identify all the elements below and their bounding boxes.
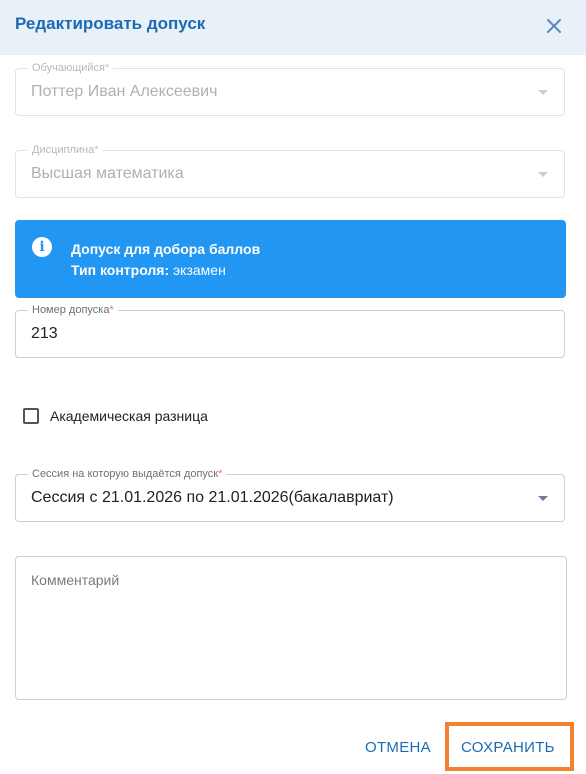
save-button[interactable]: СОХРАНИТЬ xyxy=(461,739,555,757)
academic-difference-checkbox-row[interactable]: Академическая разница xyxy=(23,406,208,426)
discipline-label: Дисциплина* xyxy=(28,144,103,157)
chevron-down-icon xyxy=(538,172,548,177)
comment-textarea[interactable]: Комментарий xyxy=(15,556,567,700)
discipline-select: Дисциплина* Высшая математика xyxy=(15,144,565,198)
alert-control-type: Тип контроля: экзамен xyxy=(71,262,226,278)
academic-difference-label: Академическая разница xyxy=(50,408,208,424)
student-value: Поттер Иван Алексеевич xyxy=(31,83,218,100)
permit-number-value[interactable]: 213 xyxy=(31,324,58,344)
permit-number-field[interactable]: Номер допуска* 213 xyxy=(15,304,565,358)
dialog-title: Редактировать допуск xyxy=(15,14,206,33)
cancel-button[interactable]: ОТМЕНА xyxy=(365,739,431,757)
alert-title: Допуск для добора баллов xyxy=(71,241,261,257)
info-alert: i Допуск для добора баллов Тип контроля:… xyxy=(15,220,566,298)
discipline-value: Высшая математика xyxy=(31,165,184,182)
session-select[interactable]: Сессия на которую выдаётся допуск* Сесси… xyxy=(15,468,565,522)
chevron-down-icon xyxy=(538,90,548,95)
session-label: Сессия на которую выдаётся допуск* xyxy=(28,468,227,481)
save-button-highlight: СОХРАНИТЬ xyxy=(445,722,574,771)
dialog-header: Редактировать допуск xyxy=(0,0,586,55)
info-icon: i xyxy=(32,237,52,257)
academic-difference-checkbox[interactable] xyxy=(23,408,39,424)
close-button[interactable] xyxy=(541,13,567,39)
session-value[interactable]: Сессия с 21.01.2026 по 21.01.2026(бакала… xyxy=(31,488,394,508)
chevron-down-icon[interactable] xyxy=(538,496,548,501)
student-select: Обучающийся* Поттер Иван Алексеевич xyxy=(15,62,565,116)
permit-number-label: Номер допуска* xyxy=(28,304,118,317)
close-icon xyxy=(547,19,561,33)
student-label: Обучающийся* xyxy=(28,62,114,75)
comment-placeholder: Комментарий xyxy=(31,572,120,588)
